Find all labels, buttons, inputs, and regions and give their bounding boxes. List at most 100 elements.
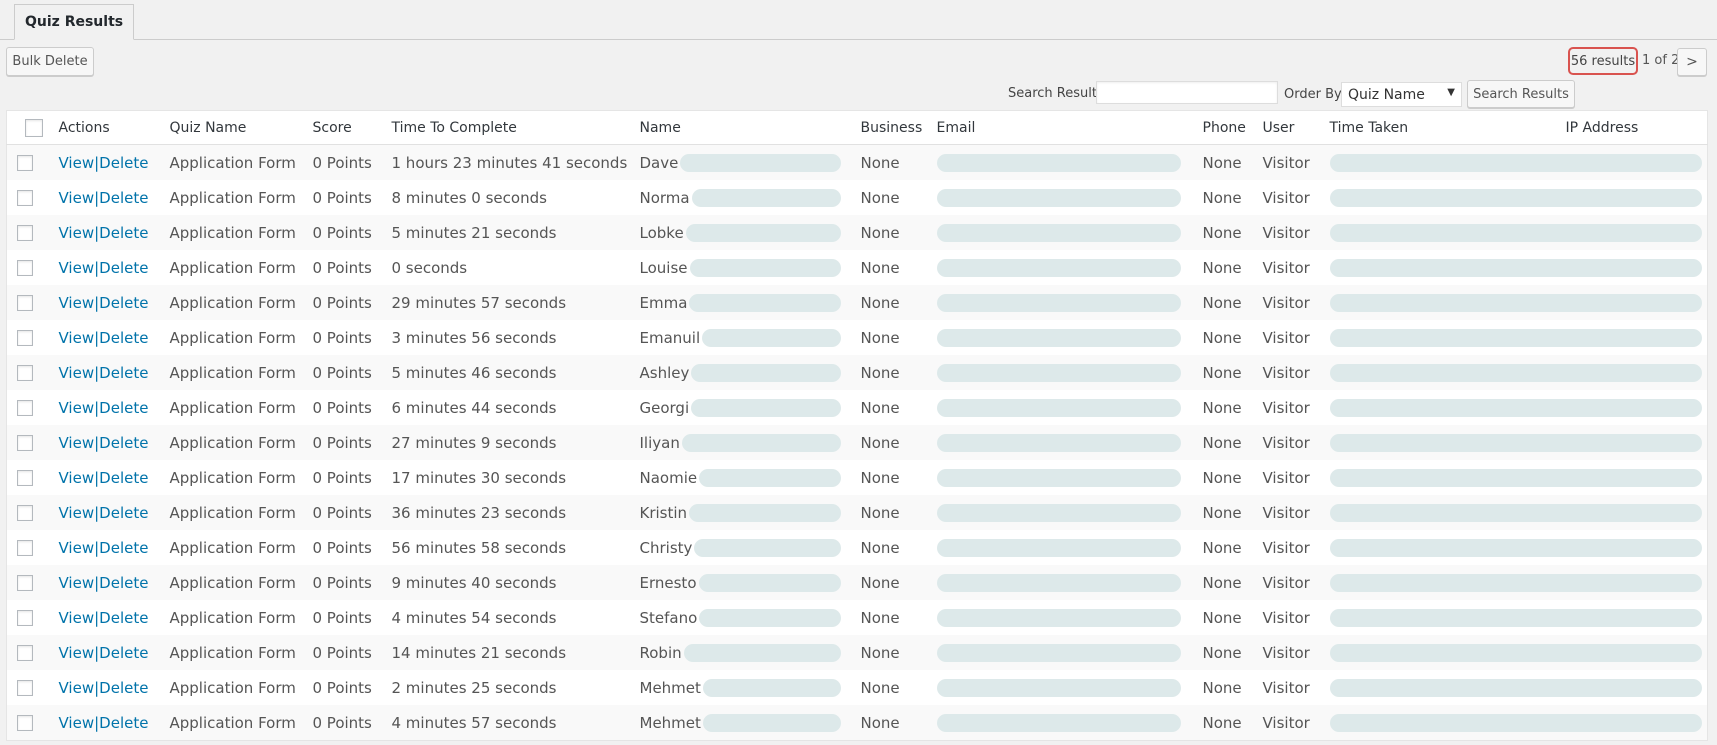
cell-score: 0 Points [312, 713, 372, 732]
view-link[interactable]: View [59, 224, 95, 242]
redacted-email [936, 713, 1181, 732]
cell-name: Mehmet [639, 713, 701, 732]
header-user[interactable]: User [1254, 110, 1322, 145]
cell-user: Visitor [1262, 258, 1310, 277]
cell-score: 0 Points [312, 293, 372, 312]
row-checkbox[interactable] [17, 365, 33, 381]
delete-link[interactable]: Delete [99, 539, 148, 557]
header-name[interactable]: Name [631, 110, 853, 145]
redacted-email [936, 153, 1181, 172]
header-ip-address[interactable]: IP Address [1557, 110, 1708, 145]
cell-time-to-complete: 1 hours 23 minutes 41 seconds [391, 153, 628, 172]
cell-score: 0 Points [312, 573, 372, 592]
delete-link[interactable]: Delete [99, 714, 148, 732]
redacted-email [936, 538, 1181, 557]
header-phone[interactable]: Phone [1194, 110, 1255, 145]
view-link[interactable]: View [59, 644, 95, 662]
header-email[interactable]: Email [928, 110, 1195, 145]
header-business[interactable]: Business [852, 110, 929, 145]
delete-link[interactable]: Delete [99, 609, 148, 627]
cell-time-to-complete: 4 minutes 57 seconds [391, 713, 557, 732]
delete-link[interactable]: Delete [99, 189, 148, 207]
search-label: Search Results [1008, 86, 1104, 101]
delete-link[interactable]: Delete [99, 644, 148, 662]
delete-link[interactable]: Delete [99, 259, 148, 277]
view-link[interactable]: View [59, 189, 95, 207]
delete-link[interactable]: Delete [99, 469, 148, 487]
header-quiz-name[interactable]: Quiz Name [161, 110, 305, 145]
delete-link[interactable]: Delete [99, 679, 148, 697]
row-checkbox[interactable] [17, 260, 33, 276]
view-link[interactable]: View [59, 539, 95, 557]
row-checkbox[interactable] [17, 295, 33, 311]
view-link[interactable]: View [59, 469, 95, 487]
view-link[interactable]: View [59, 399, 95, 417]
table-row: View|Delete Application Form 0 Points 4 min… [7, 600, 1708, 635]
next-page-button[interactable]: > [1677, 48, 1707, 76]
cell-business: None [860, 398, 900, 417]
cell-business: None [860, 223, 900, 242]
row-checkbox[interactable] [17, 330, 33, 346]
redacted-email [936, 433, 1181, 452]
row-checkbox[interactable] [17, 645, 33, 661]
search-input[interactable] [1096, 81, 1278, 104]
tab-quiz-results[interactable]: Quiz Results [14, 4, 135, 40]
search-results-button[interactable]: Search Results [1467, 80, 1575, 108]
view-link[interactable]: View [59, 574, 95, 592]
view-link[interactable]: View [59, 504, 95, 522]
row-checkbox[interactable] [17, 575, 33, 591]
delete-link[interactable]: Delete [99, 364, 148, 382]
delete-link[interactable]: Delete [99, 329, 148, 347]
row-checkbox[interactable] [17, 225, 33, 241]
row-checkbox[interactable] [17, 505, 33, 521]
header-score[interactable]: Score [304, 110, 384, 145]
order-by-select[interactable]: Quiz Name ▼ [1341, 82, 1462, 107]
view-link[interactable]: View [59, 679, 95, 697]
view-link[interactable]: View [59, 364, 95, 382]
redacted-surname [691, 398, 841, 417]
view-link[interactable]: View [59, 294, 95, 312]
redacted-surname [691, 363, 841, 382]
header-time-to-complete[interactable]: Time To Complete [383, 110, 632, 145]
row-checkbox[interactable] [17, 155, 33, 171]
cell-time-to-complete: 14 minutes 21 seconds [391, 643, 567, 662]
redacted-time-and-ip [1329, 328, 1702, 347]
view-link[interactable]: View [59, 434, 95, 452]
view-link[interactable]: View [59, 259, 95, 277]
cell-score: 0 Points [312, 503, 372, 522]
row-checkbox[interactable] [17, 715, 33, 731]
cell-quiz-name: Application Form [169, 678, 296, 697]
cell-phone: None [1202, 223, 1242, 242]
view-link[interactable]: View [59, 609, 95, 627]
bulk-delete-button[interactable]: Bulk Delete [6, 47, 94, 76]
delete-link[interactable]: Delete [99, 224, 148, 242]
table-row: View|Delete Application Form 0 Points 36 mi… [6, 495, 1708, 530]
table-row: View|Delete Application Form 0 Points 14 mi… [6, 635, 1708, 670]
view-link[interactable]: View [59, 154, 95, 172]
table-row: View|Delete Application Form 0 Points 17 mi… [7, 460, 1708, 495]
row-checkbox[interactable] [17, 680, 33, 696]
row-checkbox[interactable] [17, 190, 33, 206]
row-checkbox[interactable] [17, 400, 33, 416]
cell-phone: None [1202, 538, 1242, 557]
row-checkbox[interactable] [17, 435, 33, 451]
row-checkbox[interactable] [17, 540, 33, 556]
header-time-taken[interactable]: Time Taken [1321, 110, 1558, 145]
redacted-time-and-ip [1329, 433, 1702, 452]
delete-link[interactable]: Delete [99, 434, 148, 452]
redacted-email [936, 468, 1181, 487]
delete-link[interactable]: Delete [99, 399, 148, 417]
delete-link[interactable]: Delete [99, 154, 148, 172]
view-link[interactable]: View [59, 714, 95, 732]
cell-quiz-name: Application Form [169, 433, 296, 452]
select-all-checkbox[interactable] [25, 118, 43, 137]
cell-time-to-complete: 29 minutes 57 seconds [391, 293, 567, 312]
delete-link[interactable]: Delete [99, 574, 148, 592]
delete-link[interactable]: Delete [99, 294, 148, 312]
row-checkbox[interactable] [17, 470, 33, 486]
row-checkbox[interactable] [17, 610, 33, 626]
delete-link[interactable]: Delete [99, 504, 148, 522]
view-link[interactable]: View [59, 329, 95, 347]
redacted-email [936, 678, 1181, 697]
results-count: 56 results [1568, 47, 1638, 75]
